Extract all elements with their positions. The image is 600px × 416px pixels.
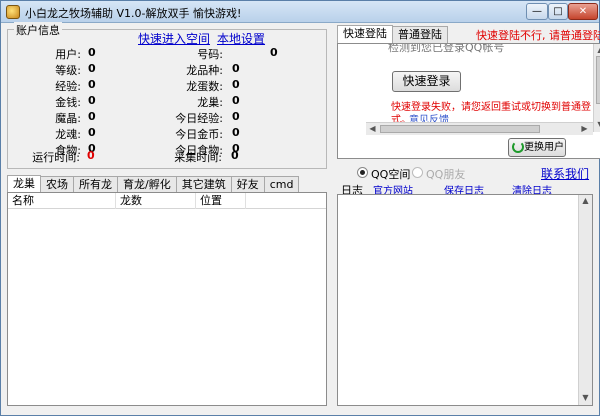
login-warning: 快速登陆不行, 请普通登陆 — [476, 29, 600, 42]
dragon-soul-value: 0 — [88, 126, 96, 139]
qq-number-label: 号码: — [197, 48, 223, 61]
tab-farm[interactable]: 农场 — [40, 176, 74, 193]
login-vertical-scrollbar[interactable]: ▲ ▼ — [593, 44, 600, 132]
money-value: 0 — [88, 94, 96, 107]
login-tabs: 快速登陆 普通登陆 — [337, 25, 448, 44]
dragon-nest-label: 龙巢: — [197, 96, 223, 109]
account-info-title: 账户信息 — [14, 22, 62, 38]
tab-breed-hatch[interactable]: 育龙/孵化 — [117, 176, 177, 193]
today-gold-value: 0 — [232, 126, 240, 139]
dragon-app-icon — [6, 5, 20, 19]
runtime-value: 0 — [87, 149, 95, 162]
login-panel: 检测到您已登录QQ帐号 快速登录 快速登录失败，请您返回重试或切换到普通登 式。… — [337, 43, 600, 159]
contact-us-link[interactable]: 联系我们 — [541, 165, 589, 182]
tab-normal-login[interactable]: 普通登陆 — [392, 26, 448, 43]
today-exp-value: 0 — [232, 110, 240, 123]
money-label: 金钱: — [55, 96, 81, 109]
qq-number-value: 0 — [270, 46, 278, 59]
dragon-nest-list[interactable]: 名称 龙数 位置 — [7, 192, 327, 406]
today-exp-label: 今日经验: — [175, 112, 223, 125]
tab-cmd[interactable]: cmd — [263, 176, 300, 193]
column-location[interactable]: 位置 — [196, 193, 246, 209]
exp-label: 经验: — [55, 80, 81, 93]
tab-quick-login[interactable]: 快速登陆 — [337, 25, 393, 43]
qq-friend-label: QQ朋友 — [426, 168, 466, 181]
egg-count-label: 龙蛋数: — [186, 80, 223, 93]
user-value: 0 — [88, 46, 96, 59]
close-button[interactable]: ✕ — [568, 3, 598, 20]
dragon-breed-value: 0 — [232, 62, 240, 75]
crystal-value: 0 — [88, 110, 96, 123]
refresh-icon — [512, 141, 524, 153]
exp-value: 0 — [88, 78, 96, 91]
level-value: 0 — [88, 62, 96, 75]
switch-user-label: 更换用户 — [524, 142, 564, 153]
runtime-label: 运行时间: — [32, 151, 80, 164]
main-window: 小白龙之牧场辅助 V1.0-解放双手 愉快游戏! — □ ✕ 账户信息 快速进入… — [0, 0, 600, 416]
login-detect-text: 检测到您已登录QQ帐号 — [388, 43, 505, 54]
list-header: 名称 龙数 位置 — [8, 193, 326, 209]
egg-count-value: 0 — [232, 78, 240, 91]
collect-time-label: 采集时间: — [174, 151, 222, 164]
tab-friends[interactable]: 好友 — [230, 176, 265, 193]
account-info-group: 账户信息 快速进入空间 本地设置 用户: 0 等级: 0 经验: 0 金钱: 0… — [7, 22, 327, 169]
column-name[interactable]: 名称 — [8, 193, 116, 209]
user-label: 用户: — [55, 48, 81, 61]
crystal-label: 魔晶: — [55, 112, 81, 125]
login-horizontal-scrollbar[interactable]: ◀ ▶ — [366, 122, 593, 135]
title-bar: 小白龙之牧场辅助 V1.0-解放双手 愉快游戏! — □ ✕ — [1, 1, 599, 23]
today-gold-label: 今日金币: — [175, 128, 223, 141]
dragon-breed-label: 龙品种: — [186, 64, 223, 77]
qq-friend-radio[interactable] — [412, 167, 423, 178]
quick-login-button[interactable]: 快速登录 — [392, 71, 461, 92]
minimize-button[interactable]: — — [526, 3, 548, 20]
level-label: 等级: — [55, 64, 81, 77]
dragon-soul-label: 龙魂: — [55, 128, 81, 141]
column-dragon-count[interactable]: 龙数 — [116, 193, 196, 209]
log-area[interactable]: ▲ ▼ — [337, 194, 593, 406]
qq-space-radio[interactable] — [357, 167, 368, 178]
local-settings-link[interactable]: 本地设置 — [217, 30, 265, 47]
collect-time-value: 0 — [231, 149, 239, 162]
dragon-nest-value: 0 — [232, 94, 240, 107]
window-title: 小白龙之牧场辅助 V1.0-解放双手 愉快游戏! — [25, 7, 242, 20]
qq-space-label: QQ空间 — [371, 168, 411, 181]
tab-dragon-nest[interactable]: 龙巢 — [7, 175, 41, 193]
switch-user-button[interactable]: 更换用户 — [508, 138, 566, 157]
log-vertical-scrollbar[interactable]: ▲ ▼ — [578, 195, 592, 405]
maximize-button[interactable]: □ — [548, 3, 568, 20]
quick-enter-space-link[interactable]: 快速进入空间 — [138, 30, 210, 47]
tab-other-buildings[interactable]: 其它建筑 — [175, 176, 232, 193]
tab-all-dragons[interactable]: 所有龙 — [73, 176, 118, 193]
